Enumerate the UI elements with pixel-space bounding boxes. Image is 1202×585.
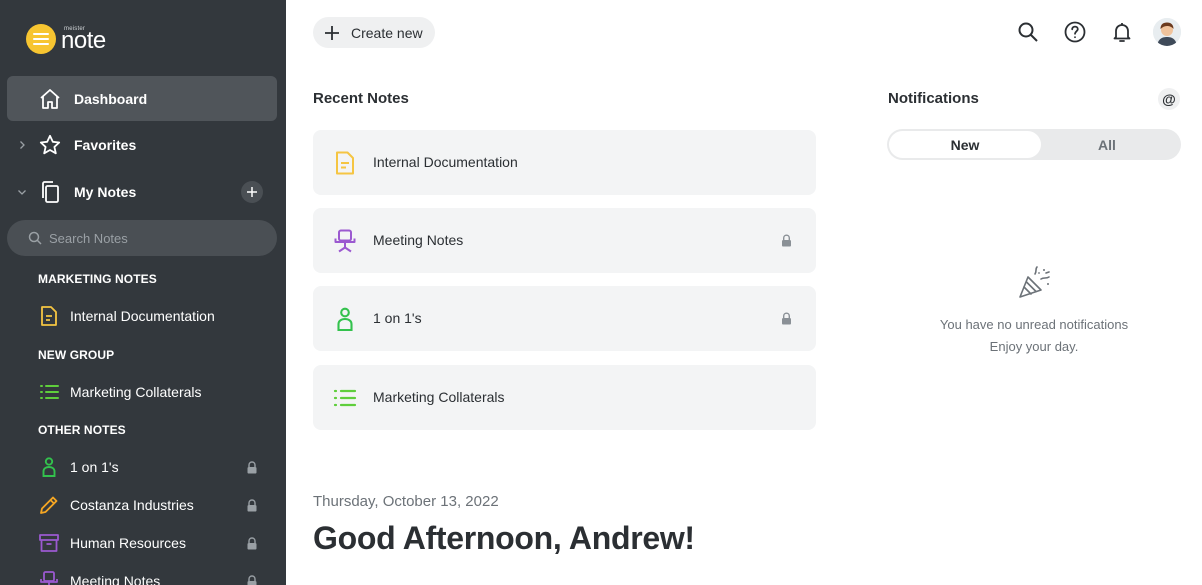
- notifications-title: Notifications: [888, 90, 979, 107]
- recent-note-card[interactable]: Marketing Collaterals: [313, 365, 816, 430]
- sidebar-note-label: Meeting Notes: [70, 573, 161, 585]
- chair-icon: [334, 229, 356, 253]
- recent-note-label: 1 on 1's: [373, 310, 422, 326]
- group-title-new-group: NEW GROUP: [38, 348, 115, 362]
- plus-icon: [325, 25, 339, 40]
- user-avatar[interactable]: [1153, 18, 1181, 46]
- create-new-button[interactable]: Create new: [313, 17, 435, 48]
- person-icon: [337, 307, 353, 332]
- bell-icon[interactable]: [1110, 20, 1134, 44]
- home-icon: [40, 88, 60, 109]
- list-icon: [333, 389, 357, 407]
- help-icon[interactable]: [1063, 20, 1087, 44]
- nav-favorites-label: Favorites: [74, 136, 137, 153]
- sidebar-note-costanza-industries[interactable]: Costanza Industries: [26, 489, 276, 521]
- sidebar-note-label: 1 on 1's: [70, 459, 119, 475]
- logo-mark-icon: [26, 24, 56, 54]
- lock-icon: [247, 498, 257, 511]
- add-note-button[interactable]: [241, 180, 263, 203]
- person-icon: [42, 457, 56, 477]
- sidebar-note-marketing-collaterals[interactable]: Marketing Collaterals: [26, 376, 276, 408]
- logo-big-text: note: [61, 27, 106, 54]
- app-logo[interactable]: meister note: [26, 22, 131, 56]
- logo-text: meister note: [61, 24, 131, 54]
- current-date: Thursday, October 13, 2022: [313, 493, 499, 510]
- recent-note-card[interactable]: Meeting Notes: [313, 208, 816, 273]
- sidebar: meister note Dashboard Favorites My Note…: [0, 0, 286, 585]
- create-new-label: Create new: [351, 24, 423, 41]
- sidebar-note-label: Internal Documentation: [70, 308, 215, 324]
- list-icon: [40, 385, 59, 399]
- chevron-down-icon[interactable]: [17, 187, 27, 197]
- nav-favorites[interactable]: Favorites: [7, 122, 277, 167]
- chevron-right-icon[interactable]: [17, 140, 27, 150]
- recent-note-card[interactable]: Internal Documentation: [313, 130, 816, 195]
- group-title-marketing-notes: MARKETING NOTES: [38, 272, 157, 286]
- document-icon: [336, 151, 354, 175]
- lock-icon: [782, 312, 791, 325]
- recent-note-label: Meeting Notes: [373, 232, 464, 248]
- recent-notes-title: Recent Notes: [313, 90, 409, 107]
- search-notes-input[interactable]: [49, 223, 259, 253]
- lock-icon: [247, 536, 257, 549]
- empty-notifications-message: You have no unread notifications Enjoy y…: [906, 314, 1162, 358]
- lock-icon: [782, 234, 791, 247]
- sidebar-note-human-resources[interactable]: Human Resources: [26, 527, 276, 559]
- notes-stack-icon: [42, 180, 59, 203]
- sidebar-note-label: Costanza Industries: [70, 497, 194, 513]
- nav-dashboard[interactable]: Dashboard: [7, 76, 277, 121]
- search-icon: [28, 231, 42, 245]
- nav-my-notes[interactable]: My Notes: [7, 169, 277, 214]
- sidebar-note-1-on-1s[interactable]: 1 on 1's: [26, 451, 276, 483]
- document-icon: [41, 306, 57, 326]
- empty-notifications-line1: You have no unread notifications: [939, 317, 1129, 332]
- archive-box-icon: [39, 534, 59, 552]
- notification-tabs: All New: [887, 129, 1181, 160]
- lock-icon: [247, 574, 257, 585]
- nav-my-notes-label: My Notes: [74, 183, 137, 200]
- sidebar-note-label: Human Resources: [70, 535, 186, 551]
- nav-dashboard-label: Dashboard: [74, 90, 148, 107]
- tab-all[interactable]: All: [1035, 131, 1179, 158]
- search-notes[interactable]: [7, 220, 277, 256]
- pencil-icon: [40, 496, 58, 514]
- sidebar-note-meeting-notes[interactable]: Meeting Notes: [26, 565, 276, 585]
- recent-note-label: Marketing Collaterals: [373, 389, 505, 405]
- group-title-other-notes: OTHER NOTES: [38, 423, 126, 437]
- search-icon[interactable]: [1016, 20, 1040, 44]
- recent-note-card[interactable]: 1 on 1's: [313, 286, 816, 351]
- mentions-button[interactable]: @: [1158, 88, 1180, 110]
- empty-notifications-line2: Enjoy your day.: [989, 339, 1079, 354]
- sidebar-note-label: Marketing Collaterals: [70, 384, 202, 400]
- lock-icon: [247, 460, 257, 473]
- avatar-icon: [1153, 18, 1181, 46]
- recent-note-label: Internal Documentation: [373, 154, 518, 170]
- sidebar-note-internal-documentation[interactable]: Internal Documentation: [26, 300, 276, 332]
- party-popper-icon: [1019, 266, 1050, 298]
- star-icon: [39, 134, 61, 154]
- plus-icon: [247, 186, 257, 197]
- greeting-heading: Good Afternoon, Andrew!: [313, 520, 695, 556]
- chair-icon: [40, 571, 58, 585]
- tab-new[interactable]: New: [889, 131, 1041, 158]
